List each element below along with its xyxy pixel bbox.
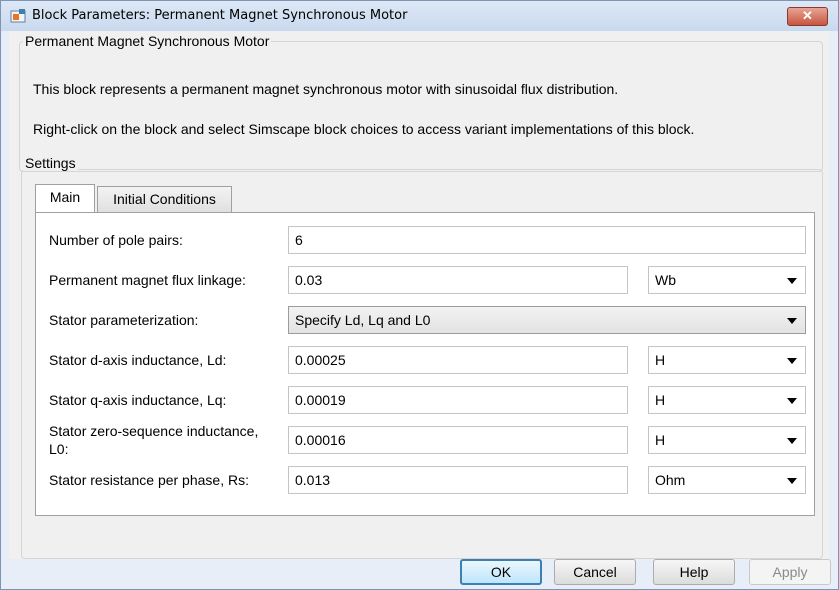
main-tab-panel: Number of pole pairs: 6 Permanent magnet… [35,212,815,516]
tab-main[interactable]: Main [35,184,95,212]
help-button[interactable]: Help [653,559,735,585]
flux-linkage-input[interactable]: 0.03 [288,266,628,294]
rs-unit-dropdown[interactable]: Ohm [648,466,806,494]
stator-parameterization-dropdown[interactable]: Specify Ld, Lq and L0 [288,306,806,334]
ld-input[interactable]: 0.00025 [288,346,628,374]
flux-unit-value: Wb [655,272,676,288]
lq-label: Stator q-axis inductance, Lq: [49,392,227,408]
flux-linkage-label: Permanent magnet flux linkage: [49,272,246,288]
lq-input[interactable]: 0.00019 [288,386,628,414]
flux-unit-dropdown[interactable]: Wb [648,266,806,294]
cancel-button[interactable]: Cancel [554,559,636,585]
close-icon[interactable]: ✕ [787,7,828,26]
chevron-down-icon [787,318,797,324]
block-name-legend: Permanent Magnet Synchronous Motor [23,33,272,49]
l0-input[interactable]: 0.00016 [288,426,628,454]
stator-parameterization-value: Specify Ld, Lq and L0 [295,312,431,328]
l0-unit-dropdown[interactable]: H [648,426,806,454]
apply-button[interactable]: Apply [749,559,831,585]
rs-input[interactable]: 0.013 [288,466,628,494]
chevron-down-icon [787,478,797,484]
rs-label: Stator resistance per phase, Rs: [49,472,249,488]
block-hint: Right-click on the block and select Sims… [33,121,695,137]
window-title: Block Parameters: Permanent Magnet Synch… [32,8,408,23]
l0-label-line1: Stator zero-sequence inductance, [49,423,259,439]
ld-label: Stator d-axis inductance, Ld: [49,352,227,368]
ld-unit-dropdown[interactable]: H [648,346,806,374]
chevron-down-icon [787,398,797,404]
ld-unit-value: H [655,352,666,368]
settings-legend: Settings [23,155,78,171]
title-bar[interactable]: Block Parameters: Permanent Magnet Synch… [1,1,838,31]
lq-unit-value: H [655,392,666,408]
chevron-down-icon [787,278,797,284]
chevron-down-icon [787,438,797,444]
simulink-block-icon [10,9,26,23]
block-description-group [19,41,823,172]
lq-unit-dropdown[interactable]: H [648,386,806,414]
ok-button[interactable]: OK [460,559,542,585]
pole-pairs-label: Number of pole pairs: [49,232,183,248]
block-description: This block represents a permanent magnet… [33,81,619,97]
tab-initial-conditions[interactable]: Initial Conditions [97,186,232,212]
pole-pairs-input[interactable]: 6 [288,226,806,254]
stator-parameterization-label: Stator parameterization: [49,312,199,328]
chevron-down-icon [787,358,797,364]
dialog-window: Block Parameters: Permanent Magnet Synch… [0,0,839,590]
dialog-content: Permanent Magnet Synchronous Motor This … [9,31,831,585]
l0-unit-value: H [655,432,666,448]
rs-unit-value: Ohm [655,472,686,488]
l0-label-line2: L0: [49,441,69,457]
